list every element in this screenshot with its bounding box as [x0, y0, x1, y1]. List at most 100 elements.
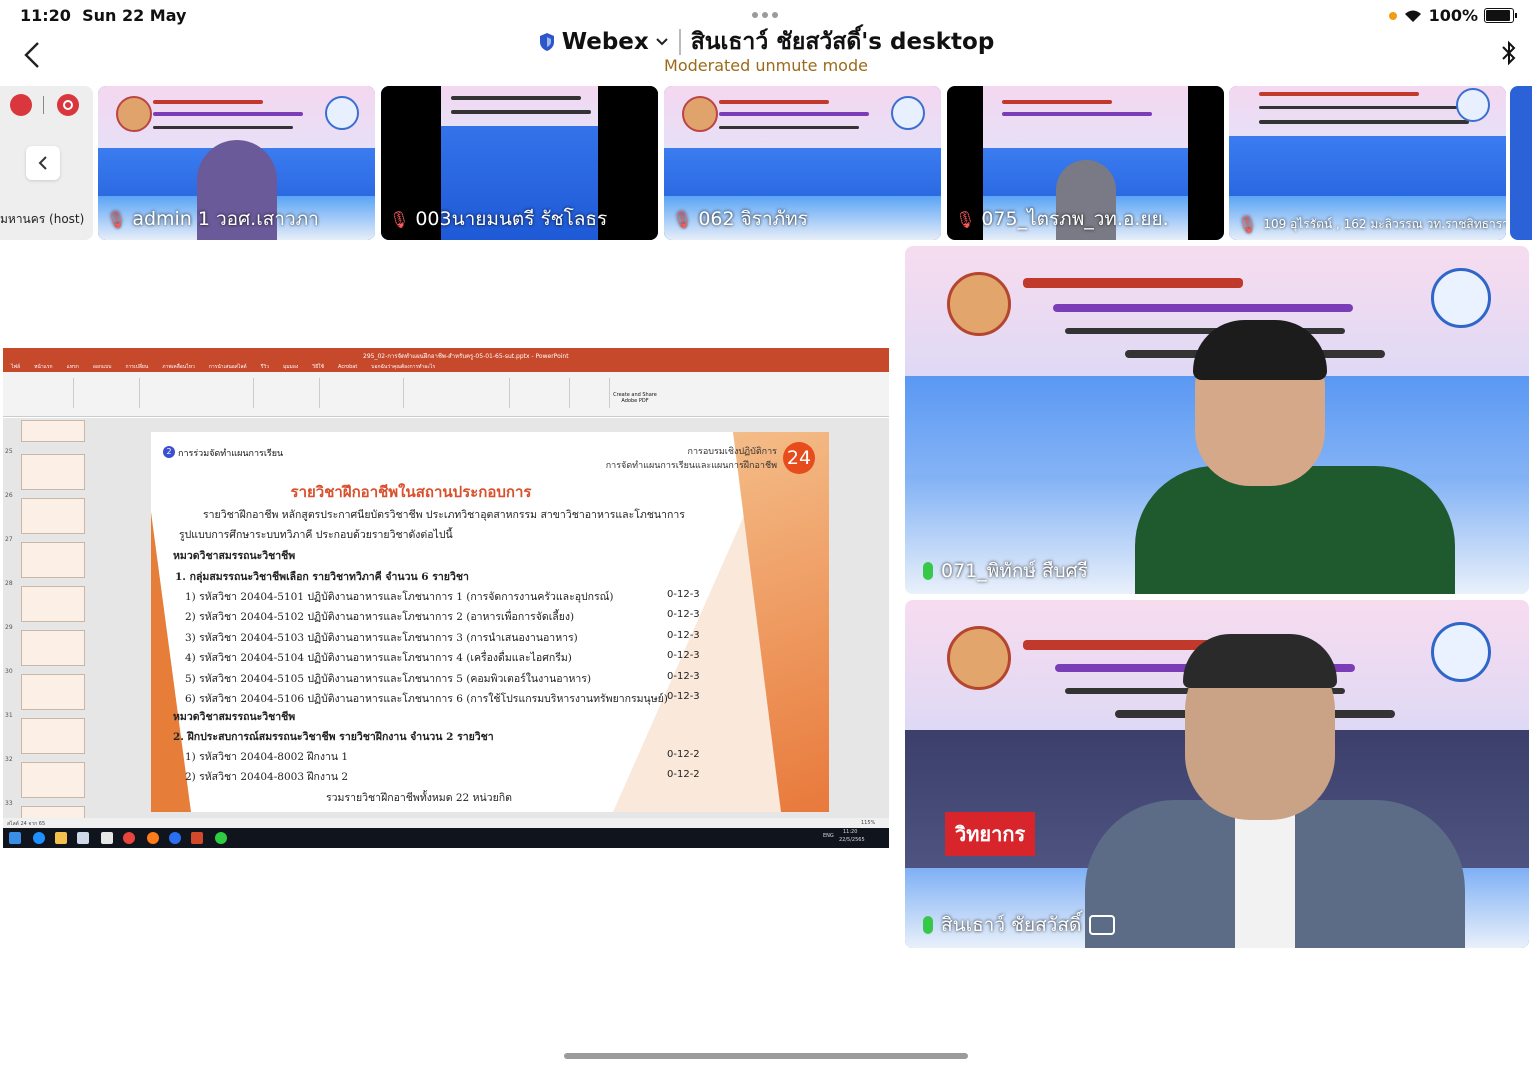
slide-thumbnail[interactable]: [21, 718, 85, 754]
ribbon-tab[interactable]: การนำเสนอสไลด์: [209, 362, 247, 372]
slide-thumbnail[interactable]: [21, 542, 85, 578]
ribbon-tab[interactable]: Acrobat: [338, 362, 357, 372]
slide-counter: สไลด์ 24 จาก 65: [7, 821, 46, 827]
participant-tile[interactable]: 🎙 075_ไตรภพ_วท.อ.ยย.: [947, 86, 1224, 240]
course-credits: 0-12-2: [667, 769, 700, 781]
line-icon[interactable]: [215, 832, 227, 844]
host-name: มหานคร (host): [0, 212, 85, 226]
powerpoint-titlebar: 295_02-การจัดทำแผนฝึกอาชีพ-สำหรับครู-05-…: [3, 348, 889, 362]
ribbon-tab[interactable]: ภาพเคลื่อนไหว: [162, 362, 195, 372]
course-item: 1) รหัสวิชา 20404-5101 ปฏิบัติงานอาหารแล…: [185, 591, 614, 603]
mic-on-icon: [923, 916, 933, 934]
course-item: 4) รหัสวิชา 20404-5104 ปฏิบัติงานอาหารแล…: [185, 652, 572, 665]
ribbon-tab[interactable]: หน้าแรก: [34, 362, 52, 372]
app-name: Webex: [561, 29, 649, 55]
participant-tile[interactable]: 🎙 admin 1 วอศ.เสาวภา: [98, 86, 375, 240]
create-pdf-button[interactable]: Create and Share Adobe PDF: [611, 392, 659, 404]
ribbon-tab[interactable]: บอกฉันว่าคุณต้องการทำอะไร: [371, 362, 435, 372]
active-speaker-tile[interactable]: วิทยากร สินเธาว์ ชัยสวัสดิ์: [905, 600, 1529, 948]
webex-icon[interactable]: [169, 832, 181, 844]
video-tile[interactable]: 071_พิทักษ์ สืบศรี: [905, 246, 1529, 594]
powerpoint-statusbar: สไลด์ 24 จาก 65 115%: [3, 818, 889, 828]
shield-icon: [539, 33, 554, 51]
participant-strip[interactable]: มหานคร (host) 🎙 admin 1 วอศ.เสาวภา 🎙 003นา…: [0, 86, 1532, 240]
ribbon-tab[interactable]: แทรก: [67, 362, 79, 372]
record-icon[interactable]: [57, 94, 79, 116]
group-subheading: 2. ฝึกประสบการณ์สมรรถนะวิชาชีพ รายวิชาฝึ…: [173, 731, 494, 743]
virtual-background-banner: [947, 86, 1224, 148]
participant-tile[interactable]: 🎙 109 อุไรรัตน์ , 162 มะลิวรรณ วท.ราชสิทธ…: [1229, 86, 1506, 240]
start-icon[interactable]: [9, 832, 21, 844]
course-credits: 0-12-2: [667, 749, 700, 760]
section-number: 2: [163, 446, 175, 458]
strip-prev-button[interactable]: [26, 146, 60, 180]
ribbon-tab[interactable]: รีวิว: [261, 362, 269, 372]
banner-text-line: [1053, 304, 1353, 312]
ribbon-tab[interactable]: ออกแบบ: [93, 362, 112, 372]
ribbon-tab[interactable]: วิธีใช้: [312, 362, 324, 372]
muted-mic-icon: 🎙: [389, 209, 410, 229]
slide-thumbnail-number: 33: [5, 800, 13, 807]
powerpoint-icon[interactable]: [191, 832, 203, 844]
group-heading: หมวดวิชาสมรรถนะวิชาชีพ: [173, 550, 296, 562]
participant-tile[interactable]: 🎙 062 จิราภัทร: [664, 86, 941, 240]
bluetooth-audio-icon[interactable]: [1500, 40, 1518, 66]
title-divider: [678, 29, 681, 55]
shared-screen[interactable]: 295_02-การจัดทำแผนฝึกอาชีพ-สำหรับครู-05-…: [3, 348, 889, 848]
course-item: 3) รหัสวิชา 20404-5103 ปฏิบัติงานอาหารแล…: [185, 631, 578, 644]
store-icon[interactable]: [77, 832, 89, 844]
firefox-icon[interactable]: [147, 832, 159, 844]
chrome-icon[interactable]: [123, 832, 135, 844]
meeting-title: สินเธาว์ ชัยสวัสดิ์'s desktop: [690, 29, 995, 55]
window-title: 295_02-การจัดทำแผนฝึกอาชีพ-สำหรับครู-05-…: [363, 353, 569, 360]
slide-thumbnail[interactable]: [21, 454, 85, 490]
intro-line: รูปแบบการศึกษาระบบทวิภาคี ประกอบด้วยรายว…: [179, 529, 453, 541]
slide-thumbnail[interactable]: [21, 630, 85, 666]
app-switcher[interactable]: Webex: [538, 29, 669, 55]
agency-logo: [325, 96, 359, 130]
course-item: 2) รหัสวิชา 20404-5102 ปฏิบัติงานอาหารแล…: [185, 611, 575, 624]
muted-mic-icon: 🎙: [1237, 215, 1258, 234]
course-credits: 0-12-3: [667, 629, 700, 641]
chevron-left-icon: [38, 156, 47, 170]
participant-name: 🎙 062 จิราภัทร: [672, 208, 808, 230]
ribbon-tab[interactable]: การเปลี่ยน: [125, 362, 148, 372]
slide-thumbnail[interactable]: [21, 420, 85, 442]
mail-icon[interactable]: [101, 832, 113, 844]
meeting-header: Webex สินเธาว์ ชัยสวัสดิ์'s desktop: [0, 24, 1532, 60]
slide-thumbnails[interactable]: 25 26 27 28 29 30 31 32 33: [3, 418, 95, 832]
course-item: 2) รหัสวิชา 20404-8003 ฝึกงาน 2: [185, 771, 349, 784]
participant-tile[interactable]: 🎙 003นายมนตรี รัชโลธร: [381, 86, 658, 240]
home-indicator[interactable]: [564, 1053, 968, 1059]
course-item: 5) รหัสวิชา 20404-5105 ปฏิบัติงานอาหารแล…: [185, 672, 592, 685]
slide-thumbnail[interactable]: [21, 586, 85, 622]
status-date: Sun 22 May: [82, 6, 187, 25]
slide-page-number: 24: [783, 442, 815, 474]
host-tile[interactable]: มหานคร (host): [0, 86, 93, 240]
multitask-dots[interactable]: [752, 12, 778, 18]
slide-thumbnail[interactable]: [21, 762, 85, 798]
ribbon-tab[interactable]: ไฟล์: [11, 362, 20, 372]
participant-name: 🎙 003นายมนตรี รัชโลธร: [389, 208, 608, 230]
slide-title: รายวิชาฝึกอาชีพในสถานประกอบการ: [290, 483, 532, 501]
participant-name: 🎙 075_ไตรภพ_วท.อ.ยย.: [955, 208, 1169, 230]
participant-tile-partial[interactable]: [1510, 86, 1532, 240]
course-credits: 0-12-3: [667, 589, 700, 600]
muted-mic-icon[interactable]: [10, 94, 32, 116]
mic-in-use-dot: [1388, 11, 1397, 20]
slide-thumbnail-number: 27: [5, 536, 13, 543]
edge-icon[interactable]: [33, 832, 45, 844]
zoom-level[interactable]: 115%: [861, 820, 875, 826]
slide-thumbnail[interactable]: [21, 498, 85, 534]
folder-icon[interactable]: [55, 832, 67, 844]
slide-thumbnail[interactable]: [21, 674, 85, 710]
slide-thumbnail-number: 26: [5, 492, 13, 499]
ribbon-tab[interactable]: มุมมอง: [283, 362, 298, 372]
powerpoint-workspace: 25 26 27 28 29 30 31 32 33 2 การร่วมจัดทำแผนการเ…: [3, 418, 889, 832]
school-logo: [947, 272, 1011, 336]
slide-thumbnail-number: 32: [5, 756, 13, 763]
agency-logo: [891, 96, 925, 130]
battery-percent: 100%: [1428, 6, 1478, 25]
status-right: 100%: [1388, 6, 1517, 25]
taskbar-date: 22/5/2565: [839, 837, 865, 843]
